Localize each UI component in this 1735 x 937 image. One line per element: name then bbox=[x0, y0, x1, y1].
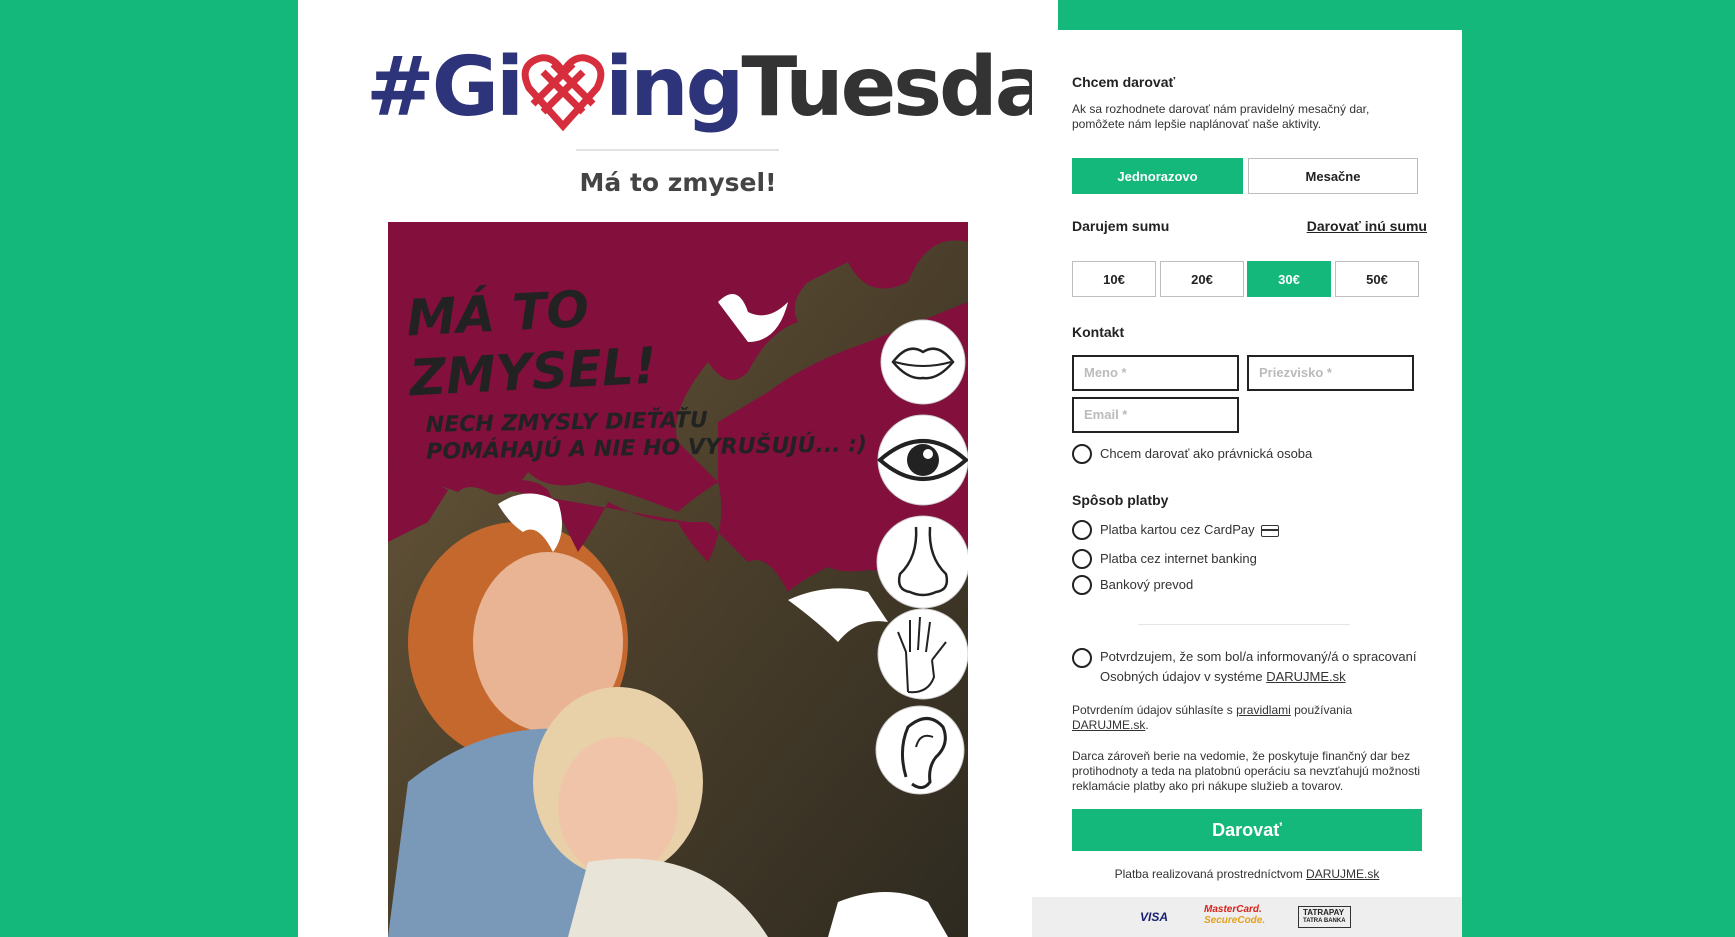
first-name-field[interactable]: Meno * bbox=[1072, 355, 1239, 391]
footer-darujme-link[interactable]: DARUJME.sk bbox=[1306, 867, 1379, 881]
payment-transfer-label: Bankový prevod bbox=[1100, 577, 1194, 592]
payment-transfer-radio[interactable] bbox=[1072, 575, 1092, 595]
frequency-once-button[interactable]: Jednorazovo bbox=[1072, 158, 1243, 194]
tatrapay-logo: TATRAPAY TATRA BANKA bbox=[1298, 906, 1351, 928]
donate-title: Chcem darovať bbox=[1072, 74, 1176, 90]
payment-logos-strip: VISA MasterCard. SecureCode. TATRAPAY TA… bbox=[1032, 897, 1462, 937]
email-field[interactable]: Email * bbox=[1072, 397, 1239, 433]
poster-title: MÁ TO ZMYSEL! bbox=[405, 279, 658, 408]
payment-card-option[interactable]: Platba kartou cez CardPay bbox=[1072, 520, 1279, 540]
footer-text: Platba realizovaná prostredníctvom bbox=[1114, 867, 1307, 881]
logo-text-part2: ing bbox=[605, 40, 744, 135]
donation-form: Chcem darovať Ak sa rozhodnete darovať n… bbox=[1032, 30, 1462, 937]
campaign-poster: MÁ TO ZMYSEL! NECH ZMYSLY DIEŤAŤU POMÁHA… bbox=[388, 222, 968, 937]
payment-transfer-option[interactable]: Bankový prevod bbox=[1072, 575, 1193, 595]
terms-text-part1: Potvrdením údajov súhlasíte s bbox=[1072, 703, 1237, 717]
amount-10-button[interactable]: 10€ bbox=[1072, 261, 1156, 297]
payment-banking-option[interactable]: Platba cez internet banking bbox=[1072, 549, 1257, 569]
terms-text-part2: používania bbox=[1290, 703, 1353, 717]
legal-person-option[interactable]: Chcem darovať ako právnická osoba bbox=[1072, 444, 1312, 464]
amount-30-button[interactable]: 30€ bbox=[1247, 261, 1331, 297]
payment-footer: Platba realizovaná prostredníctvom DARUJ… bbox=[1072, 867, 1422, 881]
tatrapay-logo-text: TATRAPAY bbox=[1303, 908, 1345, 917]
hand-icon bbox=[877, 608, 968, 700]
nose-icon bbox=[876, 515, 968, 609]
visa-logo: VISA bbox=[1140, 910, 1169, 924]
disclaimer-text: Darca zároveň berie na vedomie, že posky… bbox=[1072, 749, 1421, 793]
payment-card-label: Platba kartou cez CardPay bbox=[1100, 522, 1255, 537]
logo-divider bbox=[576, 149, 779, 151]
mastercard-logo-text: MasterCard. bbox=[1204, 904, 1262, 915]
giving-tuesday-logo: #Gi ingTuesday bbox=[366, 38, 1098, 138]
form-divider bbox=[1138, 624, 1350, 625]
heart-logo-icon bbox=[521, 54, 605, 132]
rules-link[interactable]: pravidlami bbox=[1236, 703, 1291, 717]
campaign-panel: #Gi ingTuesday Má to zmysel! MÁ TO ZMYSE… bbox=[298, 0, 1098, 937]
consent-radio[interactable] bbox=[1072, 648, 1092, 668]
terms-text: Potvrdením údajov súhlasíte s pravidlami… bbox=[1072, 703, 1422, 733]
ear-icon bbox=[875, 705, 965, 795]
amount-20-button[interactable]: 20€ bbox=[1160, 261, 1244, 297]
payment-banking-radio[interactable] bbox=[1072, 549, 1092, 569]
logo-text-part1: #Gi bbox=[366, 40, 524, 135]
mastercard-securecode-logo: MasterCard. SecureCode. bbox=[1204, 904, 1265, 926]
frequency-monthly-button[interactable]: Mesačne bbox=[1248, 158, 1418, 194]
terms-darujme-link[interactable]: DARUJME.sk bbox=[1072, 718, 1145, 732]
tatrabanka-logo-text: TATRA BANKA bbox=[1303, 918, 1346, 924]
donate-description: Ak sa rozhodnete darovať nám pravidelný … bbox=[1072, 102, 1370, 131]
page-subtitle: Má to zmysel! bbox=[579, 168, 777, 197]
legal-person-radio[interactable] bbox=[1072, 444, 1092, 464]
eye-icon bbox=[876, 414, 968, 506]
credit-card-icon bbox=[1260, 524, 1279, 537]
payment-card-radio[interactable] bbox=[1072, 520, 1092, 540]
amount-50-button[interactable]: 50€ bbox=[1335, 261, 1419, 297]
donate-submit-button[interactable]: Darovať bbox=[1072, 809, 1422, 851]
consent-text: Potvrdzujem, že som bol/a informovaný/á … bbox=[1100, 649, 1417, 684]
contact-title: Kontakt bbox=[1072, 324, 1125, 340]
consent-darujme-link[interactable]: DARUJME.sk bbox=[1266, 669, 1345, 684]
securecode-logo-text: SecureCode. bbox=[1204, 915, 1266, 926]
lips-icon bbox=[880, 319, 966, 405]
other-amount-link[interactable]: Darovať inú sumu bbox=[1307, 218, 1427, 234]
legal-person-label: Chcem darovať ako právnická osoba bbox=[1100, 446, 1313, 461]
poster-subtitle: NECH ZMYSLY DIEŤAŤU POMÁHAJÚ A NIE HO VY… bbox=[425, 407, 868, 465]
terms-text-part3: . bbox=[1145, 718, 1149, 732]
amount-title: Darujem sumu bbox=[1072, 218, 1170, 234]
payment-banking-label: Platba cez internet banking bbox=[1100, 551, 1257, 566]
payment-title: Spôsob platby bbox=[1072, 492, 1169, 508]
consent-option[interactable]: Potvrdzujem, že som bol/a informovaný/á … bbox=[1072, 648, 1422, 687]
last-name-field[interactable]: Priezvisko * bbox=[1247, 355, 1414, 391]
